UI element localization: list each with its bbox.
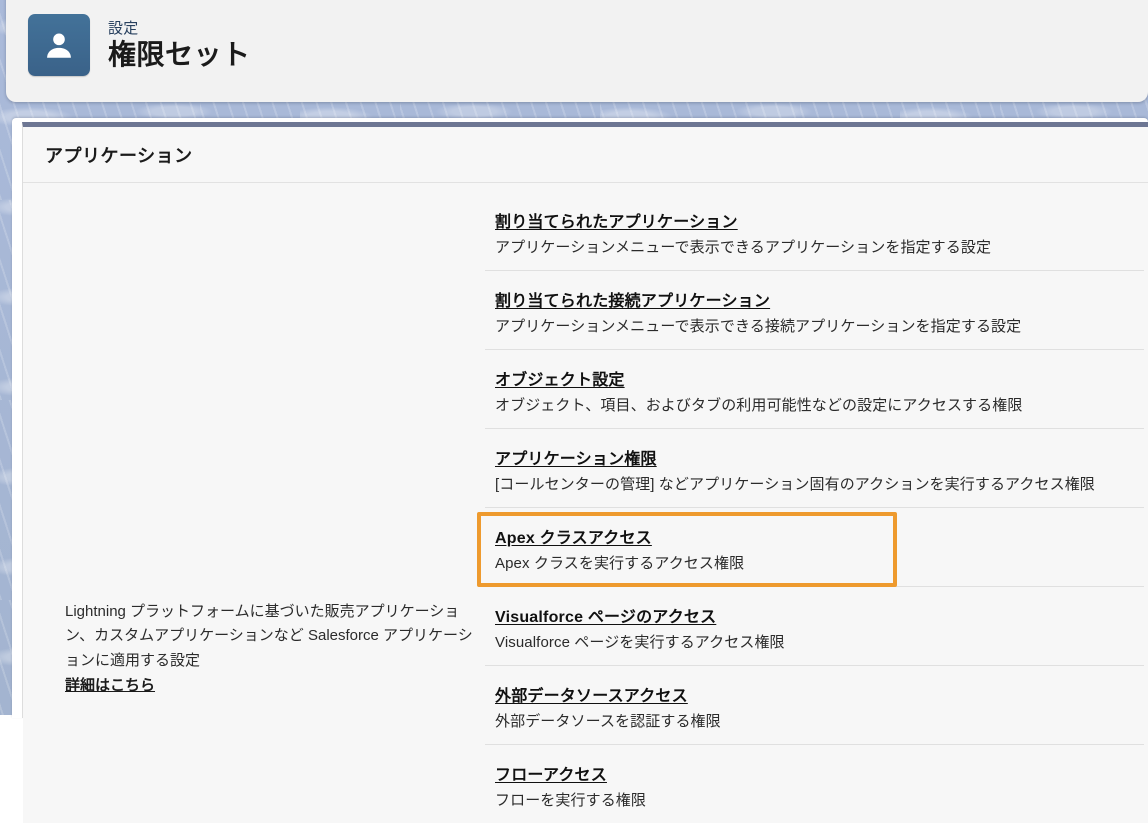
feature-link-app-permissions[interactable]: アプリケーション権限: [495, 445, 657, 469]
content-outer-container: アプリケーション Lightning プラットフォームに基づいた販売アプリケーシ…: [12, 118, 1148, 823]
learn-more-link[interactable]: 詳細はこちら: [65, 674, 155, 698]
feature-link-external-data-source-access[interactable]: 外部データソースアクセス: [495, 682, 688, 706]
page-header-text: 設定 権限セット: [108, 21, 251, 69]
page-title: 権限セット: [108, 39, 251, 70]
breadcrumb[interactable]: 設定: [108, 21, 251, 36]
feature-link-object-settings[interactable]: オブジェクト設定: [495, 366, 625, 390]
user-avatar-icon: [28, 14, 90, 76]
panel-header-title: アプリケーション: [45, 145, 193, 166]
page-header-card: 設定 権限セット: [6, 0, 1148, 102]
left-description-block: Lightning プラットフォームに基づいた販売アプリケーション、カスタムアプ…: [65, 600, 473, 698]
feature-description: Visualforce ページを実行するアクセス権限: [495, 634, 785, 651]
left-description-column: Lightning プラットフォームに基づいた販売アプリケーション、カスタムアプ…: [23, 183, 485, 823]
feature-description: オブジェクト、項目、およびタブの利用可能性などの設定にアクセスする権限: [495, 397, 1023, 414]
list-item[interactable]: 割り当てられた接続アプリケーション アプリケーションメニューで表示できる接続アプ…: [485, 270, 1144, 349]
feature-link-apex-class-access[interactable]: Apex クラスアクセス: [495, 524, 652, 548]
list-item[interactable]: 割り当てられたアプリケーション アプリケーションメニューで表示できるアプリケーシ…: [485, 183, 1144, 270]
list-item[interactable]: オブジェクト設定 オブジェクト、項目、およびタブの利用可能性などの設定にアクセス…: [485, 349, 1144, 428]
list-item[interactable]: フローアクセス フローを実行する権限: [485, 744, 1144, 823]
list-item[interactable]: アプリケーション権限 [コールセンターの管理] などアプリケーション固有のアクシ…: [485, 428, 1144, 507]
list-item[interactable]: Apex クラスアクセス Apex クラスを実行するアクセス権限: [485, 507, 1144, 586]
feature-link-assigned-apps[interactable]: 割り当てられたアプリケーション: [495, 208, 738, 232]
panel-body: Lightning プラットフォームに基づいた販売アプリケーション、カスタムアプ…: [23, 183, 1148, 823]
panel-header: アプリケーション: [23, 127, 1148, 183]
feature-description: [コールセンターの管理] などアプリケーション固有のアクションを実行するアクセス…: [495, 476, 1095, 493]
feature-link-flow-access[interactable]: フローアクセス: [495, 761, 607, 785]
list-item-visualforce-page-access[interactable]: Visualforce ページのアクセス Visualforce ページを実行す…: [485, 586, 1144, 665]
feature-link-visualforce-page-access[interactable]: Visualforce ページのアクセス: [495, 603, 716, 627]
feature-description: Apex クラスを実行するアクセス権限: [495, 555, 745, 572]
feature-description: 外部データソースを認証する権限: [495, 713, 721, 730]
page-header-content: 設定 権限セット: [6, 0, 1148, 76]
feature-description: アプリケーションメニューで表示できるアプリケーションを指定する設定: [495, 239, 992, 256]
feature-list: 割り当てられたアプリケーション アプリケーションメニューで表示できるアプリケーシ…: [485, 183, 1144, 823]
feature-description: アプリケーションメニューで表示できる接続アプリケーションを指定する設定: [495, 318, 1022, 335]
application-panel: アプリケーション Lightning プラットフォームに基づいた販売アプリケーシ…: [22, 122, 1148, 823]
feature-list-column: 割り当てられたアプリケーション アプリケーションメニューで表示できるアプリケーシ…: [485, 183, 1148, 823]
list-item[interactable]: 外部データソースアクセス 外部データソースを認証する権限: [485, 665, 1144, 744]
feature-description: フローを実行する権限: [495, 792, 647, 809]
feature-link-assigned-connected-apps[interactable]: 割り当てられた接続アプリケーション: [495, 287, 770, 311]
left-description-text: Lightning プラットフォームに基づいた販売アプリケーション、カスタムアプ…: [65, 603, 473, 669]
